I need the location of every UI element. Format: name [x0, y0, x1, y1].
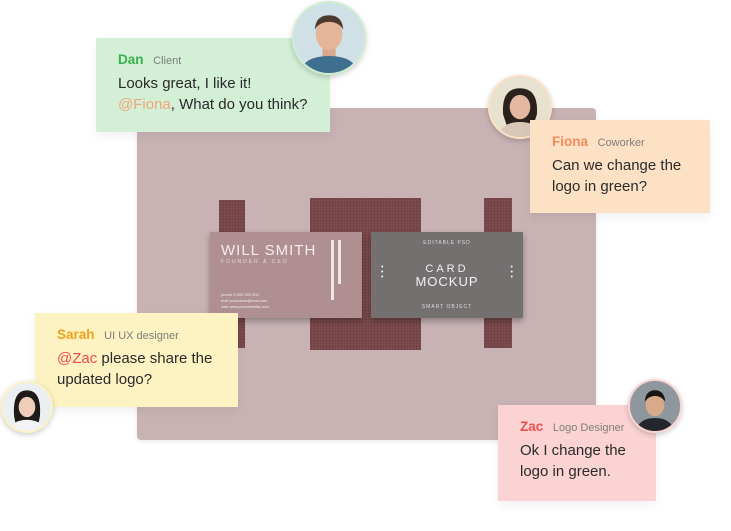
commenter-role: Logo Designer [552, 422, 625, 434]
commenter-name: Zac [520, 419, 544, 434]
commenter-name: Fiona [552, 134, 588, 149]
avatar-dan [292, 1, 366, 75]
avatar-sarah [1, 381, 53, 433]
comment-line-rest: please share the [97, 350, 213, 367]
comment-line: @Fiona, What do you think? [118, 94, 310, 115]
commenter-role: Coworker [597, 137, 645, 149]
card-dots: • • • [510, 264, 513, 281]
card-name: WILL SMITH [221, 242, 317, 259]
comment-text: Can we change the logo in green? [552, 157, 682, 195]
card-stripe [331, 240, 334, 300]
commenter-name: Sarah [57, 327, 95, 342]
comment-fiona: Fiona Coworker Can we change the logo in… [530, 120, 710, 213]
business-card-front: WILL SMITH FOUNDER & CEO phone 0 000 000… [210, 232, 362, 318]
comment-line: Looks great, I like it! [118, 75, 252, 92]
mention-fiona[interactable]: @Fiona [118, 96, 171, 113]
avatar-zac [628, 379, 682, 433]
comment-line: @Zac please share the [57, 348, 218, 369]
card-bottom-label: SMART OBJECT [421, 304, 473, 310]
comment-text: Looks great, I like it! @Fiona, What do … [118, 73, 310, 115]
comment-sarah: Sarah UI UX designer @Zac please share t… [35, 313, 238, 407]
comment-line: updated logo? [57, 371, 153, 388]
commenter-role: Client [153, 55, 182, 67]
business-card-back: EDITABLE PSD • • • CARD MOCKUP • • • SMART O… [371, 232, 523, 318]
card-title-line2: MOCKUP [415, 274, 479, 289]
comment-header: Zac Logo Designer [520, 419, 636, 434]
card-contact: phone 0 000 000 000 mail yourname@mail.c… [221, 292, 269, 310]
comment-header: Dan Client [118, 52, 310, 67]
card-role: FOUNDER & CEO [221, 259, 289, 265]
commenter-name: Dan [118, 52, 144, 67]
comment-header: Sarah UI UX designer [57, 327, 218, 342]
comment-header: Fiona Coworker [552, 134, 690, 149]
card-stripe [338, 240, 341, 284]
comment-text: Ok I change the logo in green. [520, 442, 626, 480]
comment-line-rest: , What do you think? [170, 96, 308, 113]
comment-text: @Zac please share the updated logo? [57, 348, 218, 390]
mention-zac[interactable]: @Zac [57, 350, 97, 367]
card-contact-line: web www.yourwebsite.com [221, 304, 270, 309]
commenter-role: UI UX designer [104, 330, 179, 342]
card-top-label: EDITABLE PSD [423, 240, 471, 246]
